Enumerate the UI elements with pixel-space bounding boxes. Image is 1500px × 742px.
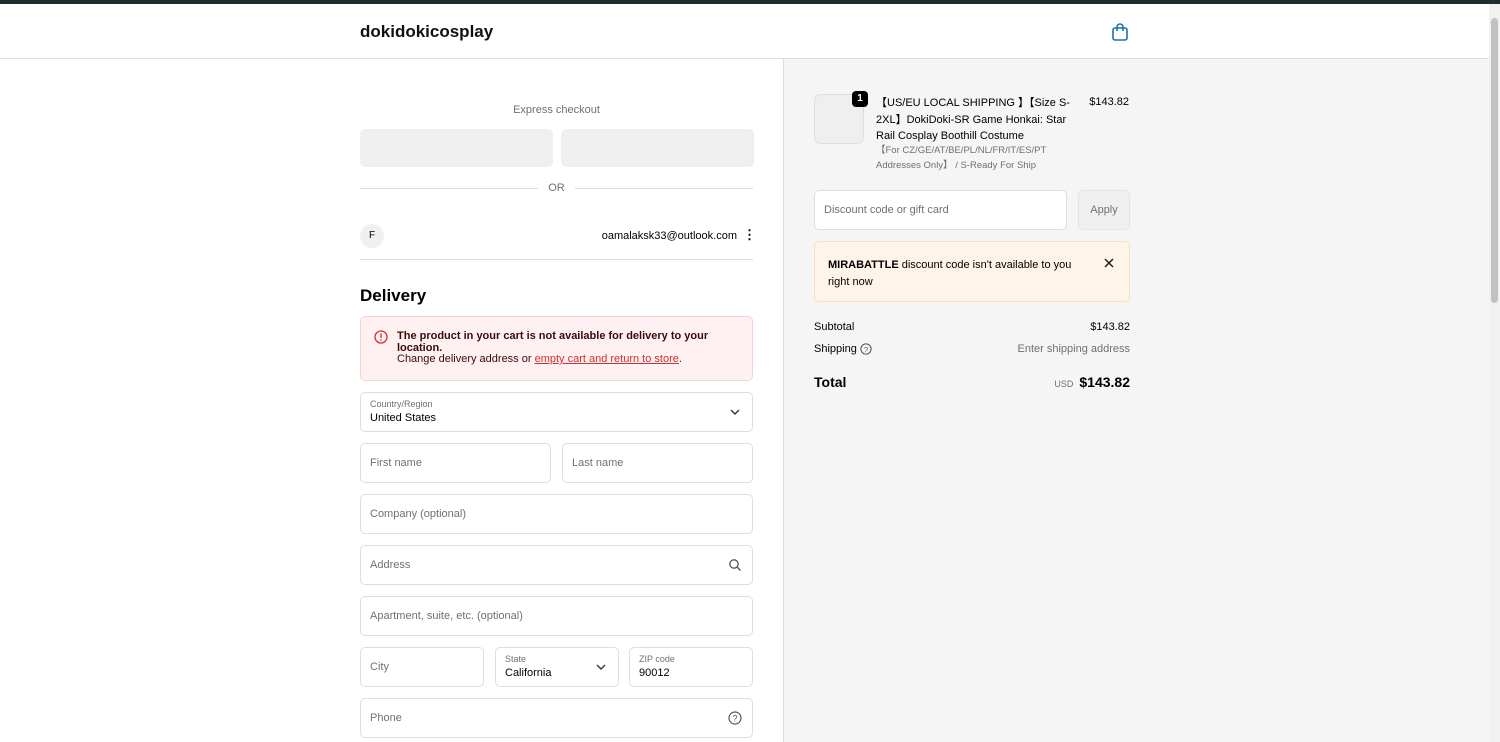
account-email: oamalaksk33@outlook.com (601, 230, 737, 242)
scrollbar[interactable] (1489, 4, 1500, 742)
zip-value: 90012 (639, 667, 670, 679)
last-name-input[interactable]: Last name (562, 443, 753, 483)
first-name-placeholder: First name (370, 457, 422, 469)
product-price: $143.82 (1089, 96, 1129, 108)
help-icon[interactable]: ? (860, 343, 872, 355)
country-select[interactable]: Country/Region United States (360, 392, 753, 432)
svg-text:?: ? (864, 345, 868, 354)
company-placeholder: Company (optional) (370, 508, 466, 520)
error-title: The product in your cart is not availabl… (397, 330, 709, 354)
svg-text:?: ? (732, 714, 737, 724)
total-value: $143.82 (1079, 374, 1130, 390)
address-placeholder: Address (370, 559, 411, 571)
error-text: Change delivery address or empty cart an… (397, 353, 682, 365)
header: dokidokicosplay (0, 4, 1489, 59)
or-divider: OR (548, 182, 565, 194)
phone-input[interactable]: Phone ? (360, 698, 753, 738)
avatar: F (360, 224, 384, 248)
shipping-label: Shipping (814, 343, 857, 355)
express-pay-button-1[interactable] (360, 129, 553, 167)
scrollbar-thumb[interactable] (1491, 18, 1498, 303)
error-text-after: . (678, 353, 682, 365)
currency: USD (1054, 379, 1074, 389)
chevron-down-icon (596, 664, 606, 670)
shipping-value: Enter shipping address (1017, 343, 1130, 355)
search-icon (729, 559, 741, 571)
zip-label: ZIP code (639, 654, 675, 664)
product-variant: 【For CZ/GE/AT/BE/PL/NL/FR/IT/ES/PT Addre… (876, 145, 1047, 171)
discount-code-input[interactable]: Discount code or gift card (814, 190, 1067, 230)
apply-button[interactable]: Apply (1078, 190, 1130, 230)
divider (360, 259, 753, 260)
apartment-placeholder: Apartment, suite, etc. (optional) (370, 610, 523, 622)
subtotal-value: $143.82 (1090, 321, 1130, 333)
total: USD $143.82 (1000, 374, 1130, 392)
product-title: 【US/EU LOCAL SHIPPING 】【Size S-2XL】DokiD… (876, 97, 1070, 142)
apartment-input[interactable]: Apartment, suite, etc. (optional) (360, 596, 753, 636)
discount-placeholder: Discount code or gift card (824, 204, 949, 216)
express-pay-button-2[interactable] (561, 129, 754, 167)
delivery-heading: Delivery (360, 286, 427, 305)
address-input[interactable]: Address (360, 545, 753, 585)
state-select[interactable]: State California (495, 647, 619, 687)
state-value: California (505, 667, 552, 679)
total-label: Total (814, 374, 847, 390)
help-icon[interactable]: ? (728, 711, 742, 725)
shopping-bag-icon[interactable] (1111, 22, 1129, 42)
express-checkout-title: Express checkout (513, 104, 600, 116)
close-icon[interactable] (1103, 257, 1115, 269)
company-input[interactable]: Company (optional) (360, 494, 753, 534)
divider (575, 188, 753, 189)
discount-notice: MIRABATTLE discount code isn't available… (814, 241, 1130, 302)
notice-code: MIRABATTLE (828, 259, 899, 271)
city-input[interactable]: City (360, 647, 484, 687)
city-placeholder: City (370, 661, 389, 673)
empty-cart-link[interactable]: empty cart and return to store (535, 353, 679, 365)
country-value: United States (370, 412, 437, 424)
store-logo[interactable]: dokidokicosplay (360, 22, 493, 42)
state-label: State (505, 654, 527, 664)
notice-text: MIRABATTLE discount code isn't available… (828, 257, 1078, 291)
quantity-badge: 1 (852, 91, 868, 107)
divider (360, 188, 538, 189)
error-icon (374, 330, 388, 344)
more-options-icon[interactable]: ⋮ (743, 228, 756, 241)
subtotal-label: Subtotal (814, 321, 855, 333)
delivery-error-banner: The product in your cart is not availabl… (360, 316, 753, 381)
error-text-before: Change delivery address or (397, 353, 535, 365)
phone-placeholder: Phone (370, 712, 402, 724)
zip-input[interactable]: ZIP code 90012 (629, 647, 753, 687)
first-name-input[interactable]: First name (360, 443, 551, 483)
chevron-down-icon (730, 409, 740, 415)
country-label: Country/Region (370, 399, 433, 409)
last-name-placeholder: Last name (572, 457, 624, 469)
